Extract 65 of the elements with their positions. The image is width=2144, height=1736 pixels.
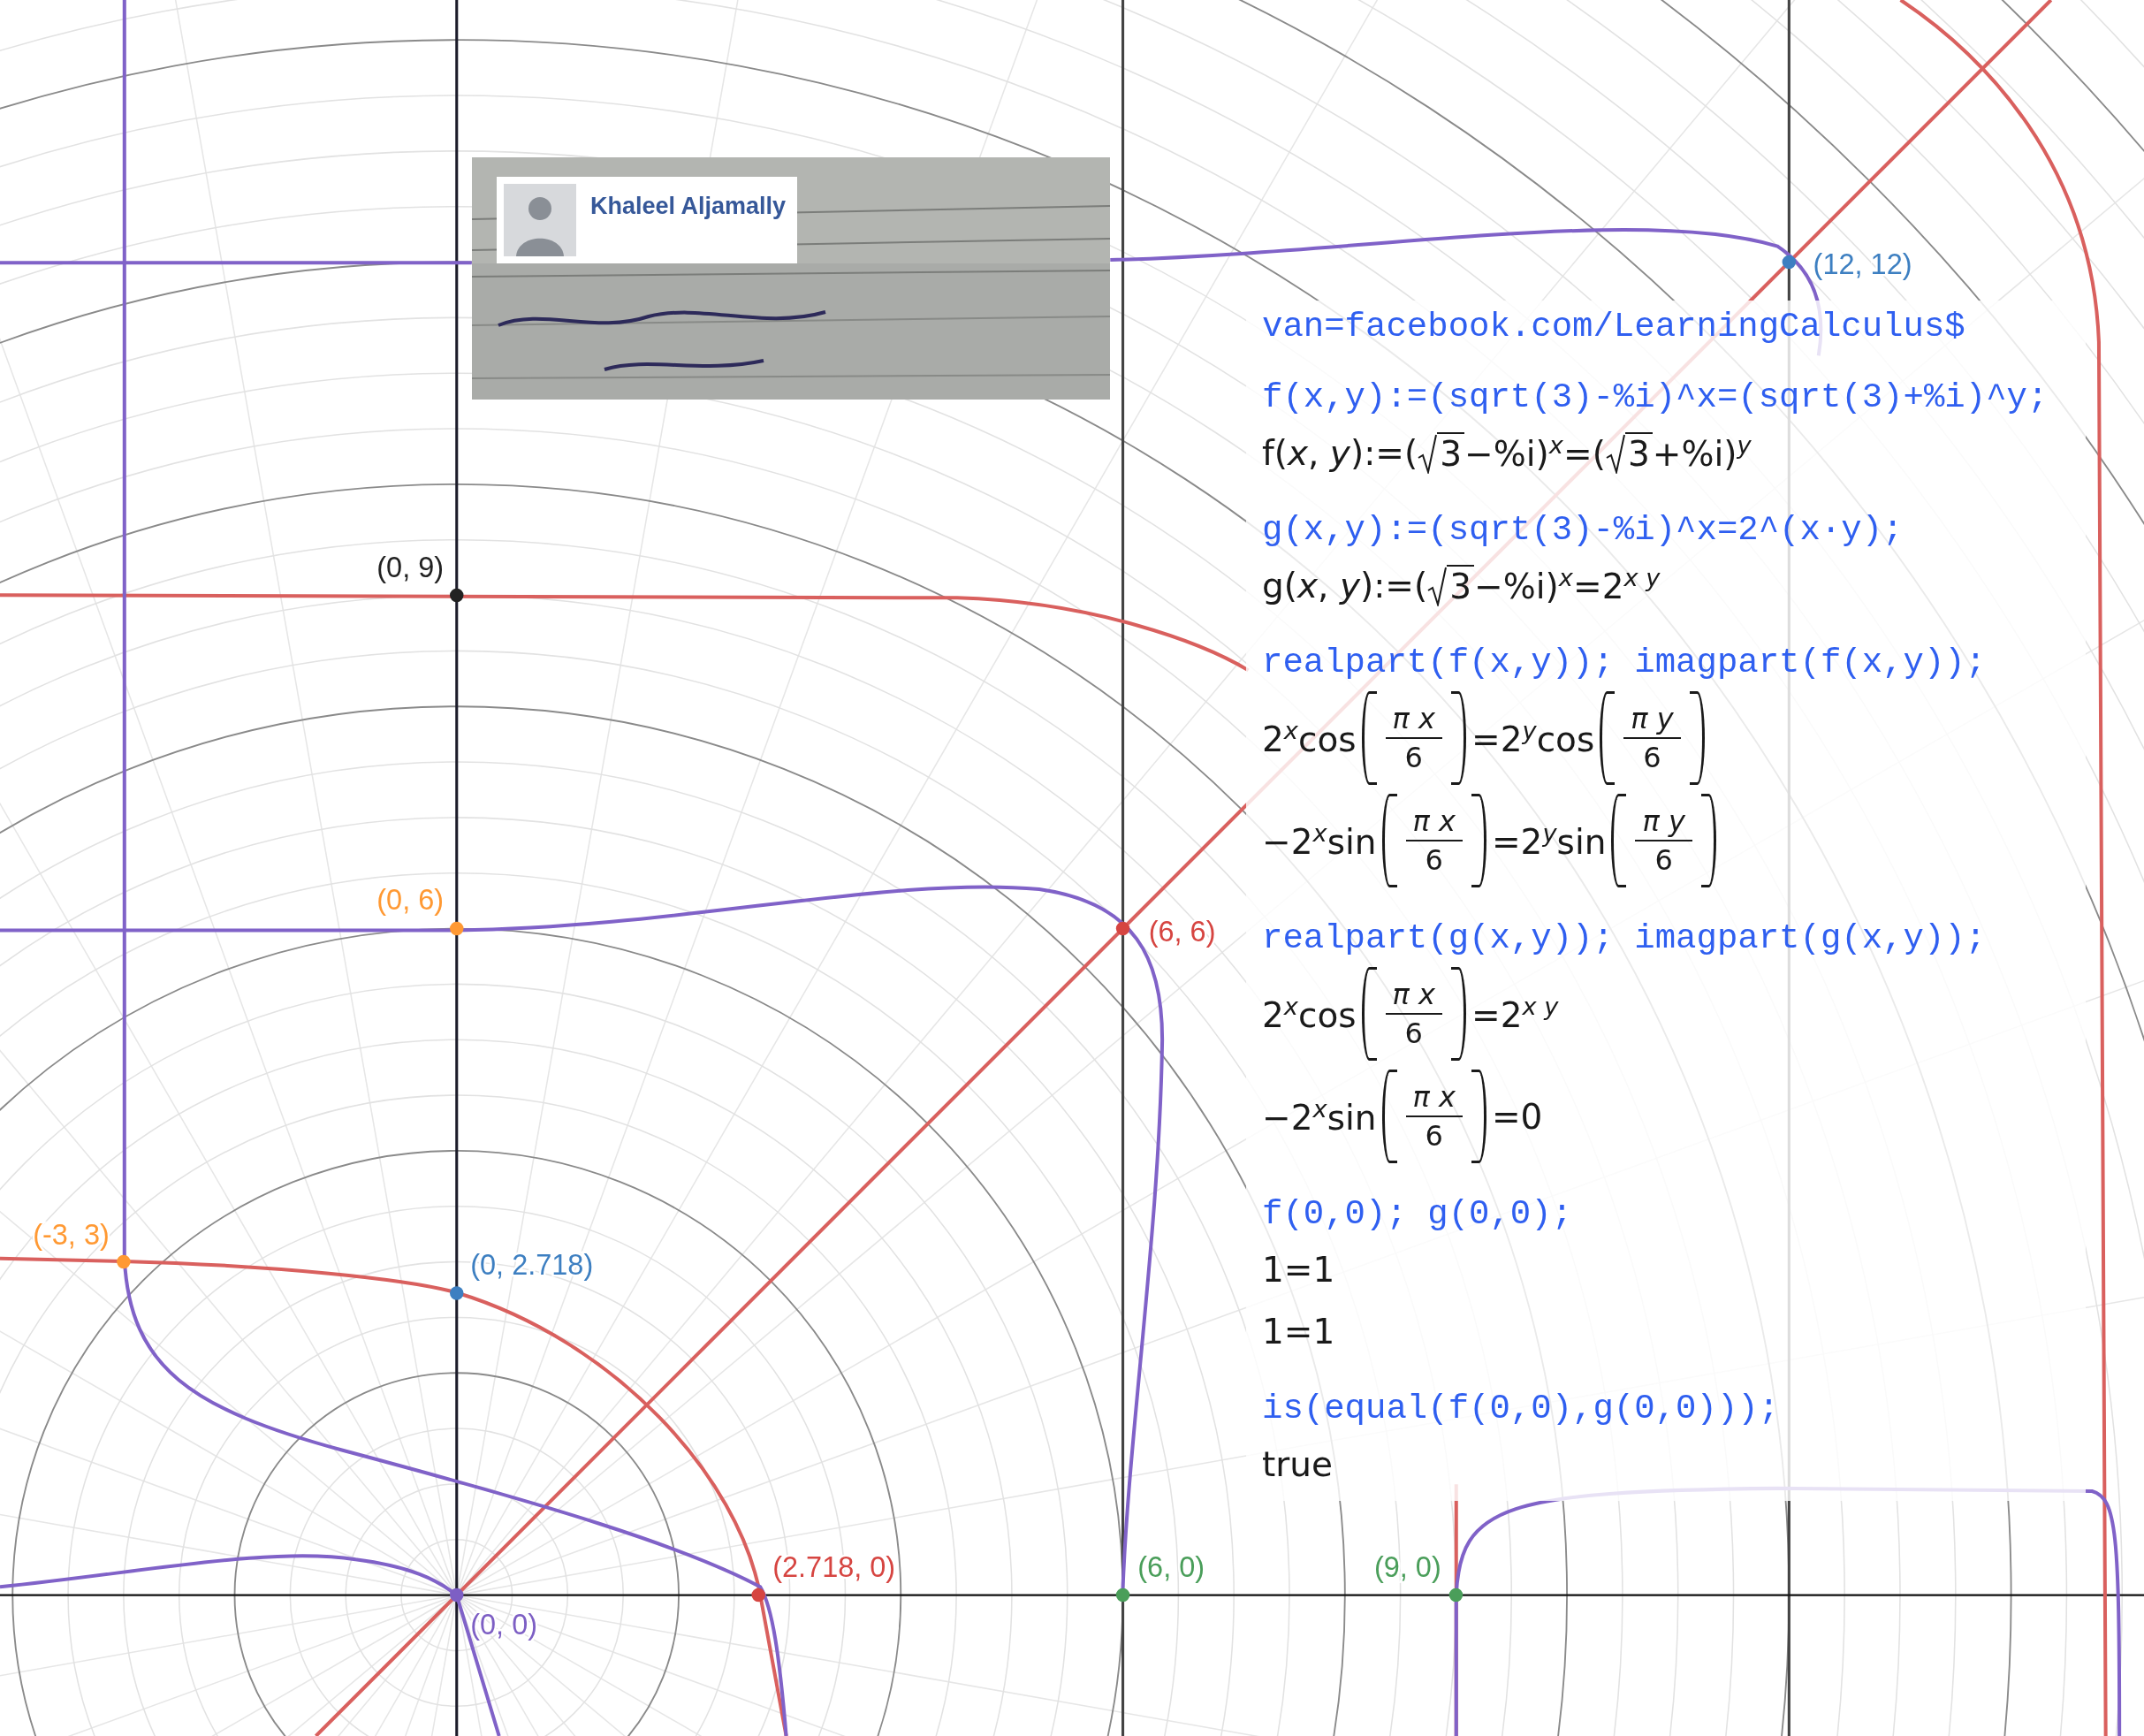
point-label: (6, 6) [1148,915,1216,948]
math-text: =2$^{x y}$ [1471,993,1559,1035]
parenthesis-icon [1471,1070,1486,1163]
parenthesis-icon [1451,691,1466,785]
point-marker[interactable] [1115,1588,1130,1603]
square-root: 3 [1605,431,1653,474]
point-label: (6, 0) [1137,1551,1205,1584]
math-text: −%i)$^{x}$=( [1464,431,1606,474]
square-root: 3 [1427,564,1475,606]
input-line: realpart(g(x,y)); imagpart(g(x,y)); [1262,919,1988,958]
point-marker[interactable] [450,588,464,603]
fraction: π x 6 [1385,702,1442,774]
math-text: =2$^{y}$sin [1491,819,1607,862]
math-text: 2$^{x}$cos [1262,717,1357,759]
point-marker[interactable] [450,1286,464,1300]
square-root: 3 [1418,431,1464,474]
math-text: −%i)$^{x}$=2$^{x y}$ [1474,564,1661,606]
fraction: π x 6 [1385,978,1442,1050]
parenthesis-icon [1451,967,1466,1061]
input-line: is(equal(f(0,0),g(0,0))); [1262,1390,1781,1428]
point-marker[interactable] [1782,255,1797,270]
math-text: 2$^{x}$cos [1262,993,1357,1035]
point-marker[interactable] [1448,1588,1464,1603]
input-line: f(x,y):=(sqrt(3)-%i)^x=(sqrt(3)+%i)^y; [1262,378,2049,417]
parenthesis-icon [1381,1070,1397,1163]
author-name[interactable]: Khaleel Aljamally [590,193,787,220]
math-text: −2$^{x}$sin [1262,819,1377,862]
input-line: f(0,0); g(0,0); [1262,1195,1574,1234]
fraction: π y 6 [1635,804,1692,877]
point-marker[interactable] [117,1254,131,1269]
parenthesis-icon [1471,794,1486,887]
input-line: realpart(f(x,y)); imagpart(f(x,y)); [1262,643,1988,682]
point-marker[interactable] [751,1588,765,1603]
math-text: =0 [1491,1096,1543,1137]
point-label: (0, 2.718) [470,1249,594,1282]
parenthesis-icon [1689,691,1705,785]
math-text: 1=1 [1262,1311,1335,1351]
point-label: (9, 0) [1373,1551,1441,1584]
math-text: +%i)$^{y}$ [1652,431,1752,474]
math-text: −2$^{x}$sin [1262,1095,1377,1138]
point-label: (12, 12) [1813,247,1912,280]
math-text: =2$^{y}$cos [1471,717,1595,759]
parenthesis-icon [1611,794,1627,887]
fraction: π x 6 [1405,804,1463,877]
point-marker[interactable] [450,921,464,936]
input-line: van=facebook.com/LearningCalculus$ [1262,308,1966,346]
point-label: (0, 0) [470,1609,538,1641]
math-text: 1=1 [1262,1249,1335,1290]
math-text: g(x, y):=( [1262,565,1428,605]
parenthesis-icon [1600,691,1616,785]
point-label: (0, 9) [376,552,445,584]
point-label: (-3, 3) [33,1219,110,1252]
math-text: f(x, y):=( [1262,432,1418,473]
parenthesis-icon [1381,794,1397,887]
point-label: (0, 6) [376,884,445,917]
fraction: π x 6 [1405,1080,1463,1153]
point-marker[interactable] [450,1588,464,1603]
point-marker[interactable] [1115,921,1130,936]
fraction: π y 6 [1623,702,1681,774]
math-text: true [1262,1443,1334,1484]
input-line: g(x,y):=(sqrt(3)-%i)^x=2^(x·y); [1262,511,1905,550]
parenthesis-icon [1361,967,1377,1061]
point-label: (2.718, 0) [772,1551,896,1584]
parenthesis-icon [1700,794,1716,887]
parenthesis-icon [1361,691,1377,785]
